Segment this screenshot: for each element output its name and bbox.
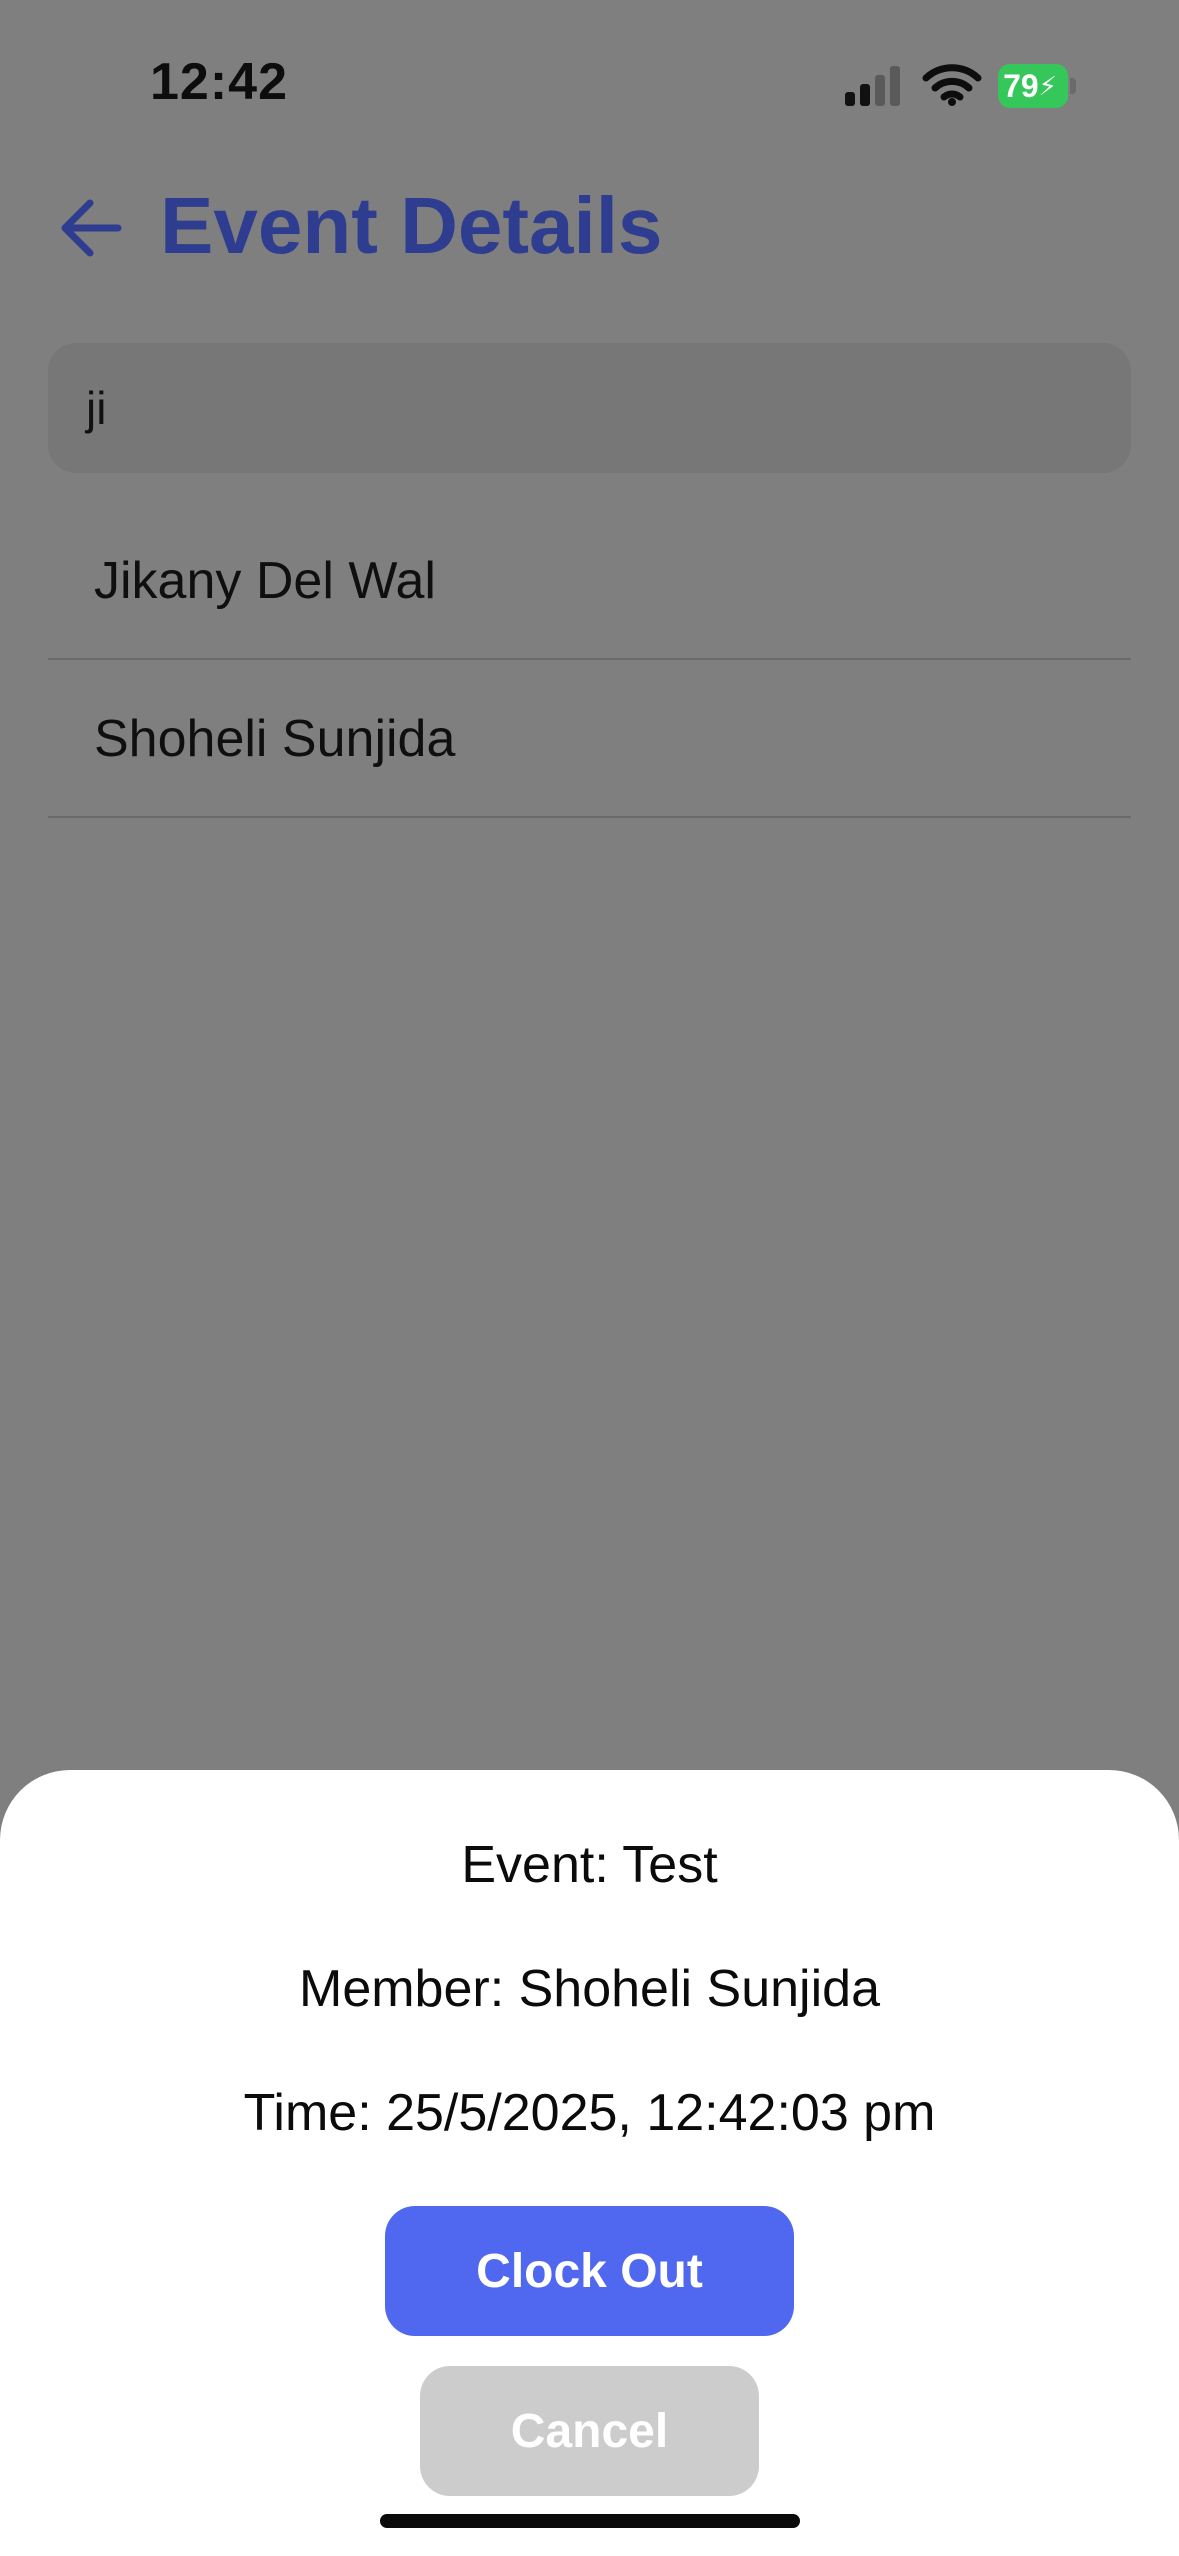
list-item[interactable]: Shoheli Sunjida — [48, 661, 1131, 818]
event-label: Event: Test — [461, 1836, 718, 1894]
page-title: Event Details — [160, 181, 663, 270]
search-input[interactable]: ji — [48, 343, 1131, 473]
wifi-icon — [922, 64, 982, 106]
cellular-signal-icon — [845, 66, 900, 106]
arrow-left-icon[interactable] — [58, 195, 124, 261]
cancel-button[interactable]: Cancel — [420, 2366, 759, 2496]
battery-charging-icon: 79 ⚡ — [998, 64, 1078, 108]
list-item[interactable]: Jikany Del Wal — [48, 503, 1131, 660]
status-time: 12:42 — [150, 53, 288, 111]
time-label: Time: 25/5/2025, 12:42:03 pm — [243, 2084, 936, 2142]
battery-level: 79 — [1003, 67, 1039, 104]
home-indicator — [380, 2514, 800, 2528]
member-label: Member: Shoheli Sunjida — [299, 1960, 880, 2018]
clock-out-button[interactable]: Clock Out — [385, 2206, 794, 2336]
